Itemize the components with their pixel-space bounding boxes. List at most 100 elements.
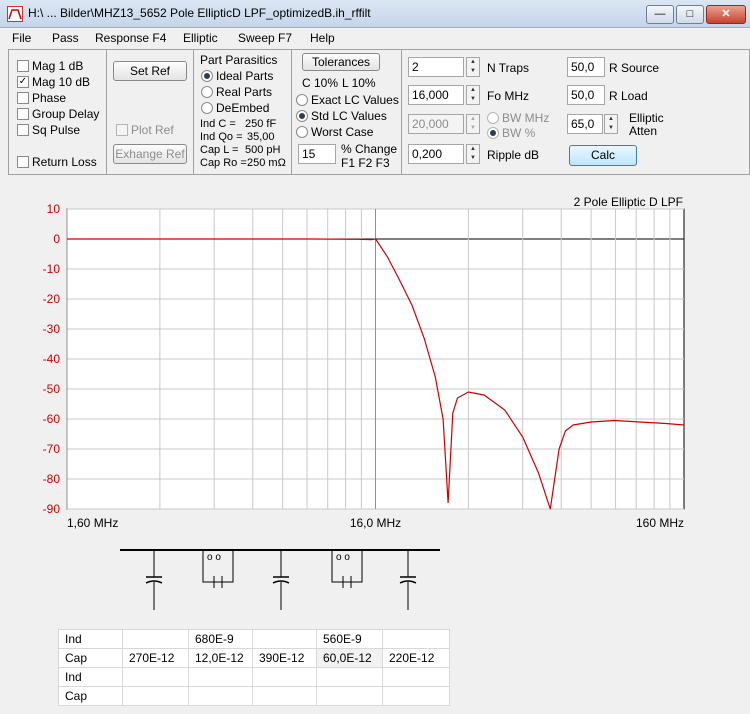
- table-cell[interactable]: 390E-12: [252, 648, 317, 668]
- n-traps-label: N Traps: [487, 61, 530, 75]
- phase-checkbox[interactable]: [17, 92, 29, 104]
- table-cell[interactable]: [382, 667, 450, 687]
- menu-response[interactable]: Response F4: [95, 31, 166, 45]
- percent-change-input[interactable]: 15: [298, 144, 336, 164]
- y-tick-label: -70: [43, 442, 61, 456]
- cap-ro-value: 250 mΩ: [247, 157, 286, 169]
- table-cell[interactable]: Ind: [58, 629, 123, 649]
- worst-case-radio[interactable]: [296, 126, 308, 138]
- maximize-button[interactable]: □: [676, 5, 704, 24]
- table-cell[interactable]: [382, 686, 450, 706]
- f1f2f3-label: F1 F2 F3: [341, 156, 390, 170]
- atten-label-atten: Atten: [629, 124, 658, 138]
- r-source-input[interactable]: 50,0: [567, 57, 605, 77]
- table-cell[interactable]: [316, 686, 383, 706]
- parasitics-title: Part Parasitics: [200, 53, 278, 67]
- table-cell[interactable]: [188, 667, 253, 687]
- return-loss-checkbox[interactable]: [17, 156, 29, 168]
- table-row: Cap 270E-12 12,0E-12 390E-12 60,0E-12 22…: [58, 648, 450, 668]
- shunt-cap-2: [272, 550, 290, 610]
- r-load-input[interactable]: 50,0: [567, 85, 605, 105]
- table-cell[interactable]: 270E-12: [122, 648, 189, 668]
- ripple-spinner[interactable]: ▲ ▼: [466, 144, 480, 164]
- svg-text:o o: o o: [207, 552, 221, 563]
- table-cell[interactable]: [122, 686, 189, 706]
- n-traps-input[interactable]: 2: [408, 57, 464, 77]
- percent-change-label: % Change: [341, 142, 398, 156]
- exact-lc-radio[interactable]: [296, 94, 308, 106]
- atten-label-elliptic: Elliptic: [629, 111, 664, 125]
- fo-spinner[interactable]: ▲ ▼: [466, 85, 480, 105]
- table-cell[interactable]: 680E-9: [188, 629, 253, 649]
- table-cell[interactable]: [122, 629, 189, 649]
- table-cell[interactable]: Cap: [58, 648, 123, 668]
- table-cell[interactable]: 12,0E-12: [188, 648, 253, 668]
- mag-1db-label: Mag 1 dB: [32, 59, 84, 73]
- y-tick-label: -80: [43, 472, 61, 486]
- c-tolerance-label: C 10%: [302, 76, 339, 90]
- mag-1db-checkbox[interactable]: [17, 60, 29, 72]
- y-tick-label: -10: [43, 262, 61, 276]
- table-cell[interactable]: 560E-9: [316, 629, 383, 649]
- ind-c-label: Ind C =: [200, 118, 236, 130]
- table-cell[interactable]: [252, 629, 317, 649]
- exchange-ref-button[interactable]: Exhange Ref: [113, 144, 187, 164]
- divider: [106, 50, 107, 174]
- real-parts-label: Real Parts: [216, 85, 273, 99]
- menu-pass[interactable]: Pass: [52, 31, 79, 45]
- ripple-label: Ripple dB: [487, 148, 540, 162]
- app-icon: [7, 6, 23, 22]
- fo-input[interactable]: 16,000: [408, 85, 464, 105]
- divider: [193, 50, 194, 174]
- table-cell[interactable]: [316, 667, 383, 687]
- ripple-input[interactable]: 0,200: [408, 144, 464, 164]
- menu-help[interactable]: Help: [310, 31, 335, 45]
- table-cell[interactable]: [382, 629, 450, 649]
- bw-pct-radio[interactable]: [487, 127, 499, 139]
- real-parts-radio[interactable]: [201, 86, 213, 98]
- y-tick-label: -50: [43, 382, 61, 396]
- atten-input[interactable]: 65,0: [567, 114, 603, 134]
- fo-label: Fo MHz: [487, 89, 529, 103]
- menu-file[interactable]: File: [12, 31, 31, 45]
- sq-pulse-checkbox[interactable]: [17, 124, 29, 136]
- bw-spinner[interactable]: ▲ ▼: [466, 114, 480, 134]
- check-icon: ✓: [18, 76, 28, 87]
- table-cell[interactable]: [252, 686, 317, 706]
- tolerances-button[interactable]: Tolerances: [302, 53, 380, 71]
- deembed-radio[interactable]: [201, 102, 213, 114]
- window-title: H:\ ... Bilder\MHZ13_5652 Pole EllipticD…: [28, 6, 371, 20]
- table-cell[interactable]: [122, 667, 189, 687]
- minimize-button[interactable]: —: [646, 5, 674, 24]
- divider: [401, 50, 402, 174]
- table-cell-selected[interactable]: 60,0E-12: [316, 648, 383, 668]
- n-traps-spinner[interactable]: ▲ ▼: [466, 57, 480, 77]
- table-cell[interactable]: Cap: [58, 686, 123, 706]
- calc-button[interactable]: Calc: [569, 145, 637, 166]
- maximize-icon: □: [686, 8, 694, 20]
- table-cell[interactable]: [188, 686, 253, 706]
- ideal-parts-radio[interactable]: [201, 70, 213, 82]
- y-tick-label: 10: [47, 202, 61, 216]
- std-lc-radio[interactable]: [296, 110, 308, 122]
- shunt-cap-1: [145, 550, 163, 610]
- group-delay-checkbox[interactable]: [17, 108, 29, 120]
- filter-schematic: o o o o: [120, 549, 440, 610]
- table-cell[interactable]: Ind: [58, 667, 123, 687]
- table-cell[interactable]: [252, 667, 317, 687]
- set-ref-button[interactable]: Set Ref: [113, 61, 187, 81]
- svg-text:o o: o o: [336, 552, 350, 563]
- plot-ref-checkbox[interactable]: [116, 124, 128, 136]
- table-cell[interactable]: 220E-12: [382, 648, 450, 668]
- mag-10db-label: Mag 10 dB: [32, 75, 91, 89]
- mag-10db-checkbox[interactable]: ✓: [17, 76, 29, 88]
- x-tick-label: 16,0 MHz: [350, 516, 401, 530]
- menu-sweep[interactable]: Sweep F7: [238, 31, 292, 45]
- r-load-label: R Load: [609, 89, 648, 103]
- close-button[interactable]: ✕: [706, 5, 746, 24]
- menu-elliptic[interactable]: Elliptic: [183, 31, 218, 45]
- return-loss-label: Return Loss: [32, 155, 97, 169]
- bw-mhz-radio[interactable]: [487, 112, 499, 124]
- atten-spinner[interactable]: ▲ ▼: [604, 114, 618, 134]
- bw-input[interactable]: 20,000: [408, 114, 464, 134]
